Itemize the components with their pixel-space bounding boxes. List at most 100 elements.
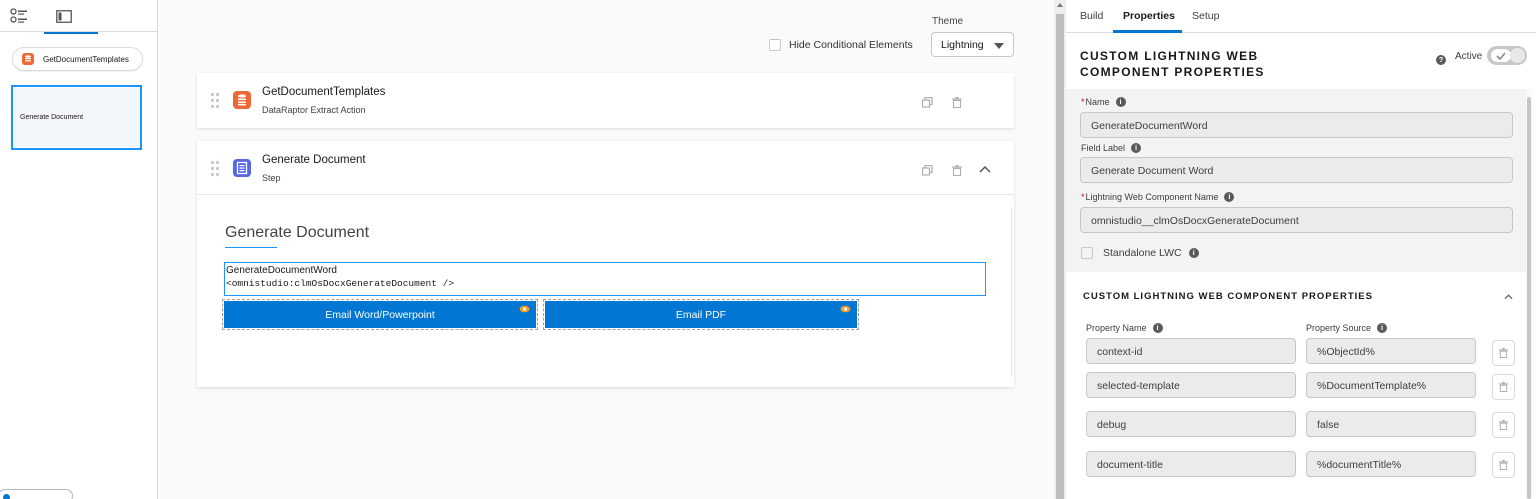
clone-icon[interactable] [921,164,933,176]
panel-scrollbar[interactable] [1526,89,1532,499]
element-card-label: Generate Document [20,114,84,121]
element-card-generate-document[interactable]: Generate Document [11,85,142,150]
list-view-tab[interactable] [6,4,32,28]
standalone-lwc-checkbox[interactable]: Standalone LWC i [1081,247,1199,259]
step-icon [233,159,251,177]
info-icon[interactable]: i [1188,248,1199,258]
property-source-input[interactable]: %ObjectId% [1306,338,1476,364]
name-label: * Name i [1081,97,1126,107]
field-label-text: Field Label [1081,143,1126,153]
panel-title: CUSTOM LIGHTNING WEB COMPONENT PROPERTIE… [1080,48,1265,80]
delete-property-button[interactable] [1492,452,1515,478]
theme-select[interactable]: Lightning [931,32,1014,57]
button-label: Email Word/Powerpoint [325,308,435,321]
block-edge [1011,207,1012,377]
active-tab-indicator [1113,30,1182,33]
checkbox[interactable] [1081,247,1093,259]
hide-conditional-checkbox[interactable]: Hide Conditional Elements [769,39,913,51]
element-pill-getdocumenttemplates[interactable]: GetDocumentTemplates [12,47,143,71]
delete-property-button[interactable] [1492,412,1515,438]
scroll-up-icon[interactable] [1057,3,1063,7]
name-label-text: Name [1085,97,1110,107]
delete-property-button[interactable] [1492,374,1515,400]
info-icon[interactable]: i [1377,323,1388,333]
list-icon [10,8,27,23]
rail-tabs [0,0,158,34]
panel-view-tab[interactable] [44,4,98,34]
block-title: Generate Document [262,154,366,166]
block-title: GetDocumentTemplates [262,86,386,98]
clone-icon[interactable] [921,96,933,108]
designer-canvas: Theme Hide Conditional Elements Lightnin… [158,0,1054,499]
utility-icon [3,494,10,499]
drag-handle-icon[interactable] [211,161,219,177]
lwc-element-preview[interactable]: GenerateDocumentWord <omnistudio:clmOsDo… [224,262,986,296]
tab-build[interactable]: Build [1080,10,1103,22]
step-heading: Generate Document [225,224,370,241]
delete-icon [1499,382,1508,392]
block-generate-document[interactable]: Generate Document Step Generate Document… [197,141,1014,387]
info-icon[interactable]: i [1115,97,1126,107]
lwc-name-label-text: Lightning Web Component Name [1085,192,1219,202]
property-name-input[interactable]: document-title [1086,451,1296,477]
panel-scrollbar-thumb[interactable] [1527,97,1531,499]
property-name-header: Property Name i [1086,323,1163,333]
lwc-tag: <omnistudio:clmOsDocxGenerateDocument /> [226,278,455,289]
element-pill-label: GetDocumentTemplates [43,54,129,64]
help-icon[interactable]: ? [1436,55,1446,65]
toggle-knob [1510,48,1525,63]
chevron-up-icon[interactable] [1504,292,1513,301]
utility-bar-button[interactable] [0,489,73,499]
properties-panel: Build Properties Setup CUSTOM LIGHTNING … [1066,0,1536,499]
tab-setup[interactable]: Setup [1192,10,1219,22]
dataraptor-icon [22,53,34,65]
delete-icon[interactable] [951,96,963,108]
property-name-input[interactable]: debug [1086,411,1296,437]
block-getdocumenttemplates[interactable]: GetDocumentTemplates DataRaptor Extract … [197,73,1014,128]
lwc-name: GenerateDocumentWord [226,265,337,276]
caret-down-icon [994,43,1004,49]
email-word-powerpoint-button[interactable]: Email Word/Powerpoint [222,299,538,330]
element-list-rail: GetDocumentTemplates Generate Document [0,0,158,499]
property-source-input[interactable]: %documentTitle% [1306,451,1476,477]
chevron-up-icon[interactable] [979,163,991,175]
property-name-input[interactable]: selected-template [1086,372,1296,398]
panel-title-line2: COMPONENT PROPERTIES [1080,65,1265,79]
property-source-header-text: Property Source [1306,323,1372,333]
info-icon[interactable]: i [1224,192,1235,202]
active-toggle[interactable] [1487,46,1527,65]
property-name-header-text: Property Name [1086,323,1147,333]
block-subtitle: Step [262,173,281,183]
required-marker: * [1081,192,1085,202]
property-source-input[interactable]: false [1306,411,1476,437]
block-subtitle: DataRaptor Extract Action [262,105,366,115]
delete-icon[interactable] [951,164,963,176]
tab-properties[interactable]: Properties [1123,10,1175,22]
eye-icon [519,305,530,313]
scrollbar-thumb[interactable] [1056,14,1064,499]
properties-section-title: CUSTOM LIGHTNING WEB COMPONENT PROPERTIE… [1083,291,1373,302]
delete-property-button[interactable] [1492,340,1515,366]
block-divider [197,194,1014,195]
field-label-field[interactable]: Generate Document Word [1080,157,1513,183]
delete-icon [1499,348,1508,358]
canvas-scrollbar[interactable] [1054,0,1066,499]
step-heading-underline [225,247,277,248]
info-icon[interactable]: i [1131,143,1142,153]
property-name-input[interactable]: context-id [1086,338,1296,364]
omniscript-designer: GetDocumentTemplates Generate Document T… [0,0,1536,499]
theme-label: Theme [932,16,964,27]
drag-handle-icon[interactable] [211,93,219,109]
theme-value: Lightning [941,39,984,51]
delete-icon [1499,420,1508,430]
name-field[interactable]: GenerateDocumentWord [1080,112,1513,138]
field-label-label: Field Label i [1081,143,1142,153]
property-source-input[interactable]: %DocumentTemplate% [1306,372,1476,398]
panel-icon [56,9,72,23]
info-icon[interactable]: i [1152,323,1163,333]
email-pdf-button[interactable]: Email PDF [543,299,859,330]
required-marker: * [1081,97,1085,107]
lwc-name-field[interactable]: omnistudio__clmOsDocxGenerateDocument [1080,207,1513,233]
checkbox[interactable] [769,39,781,51]
standalone-lwc-label: Standalone LWC [1103,247,1182,259]
